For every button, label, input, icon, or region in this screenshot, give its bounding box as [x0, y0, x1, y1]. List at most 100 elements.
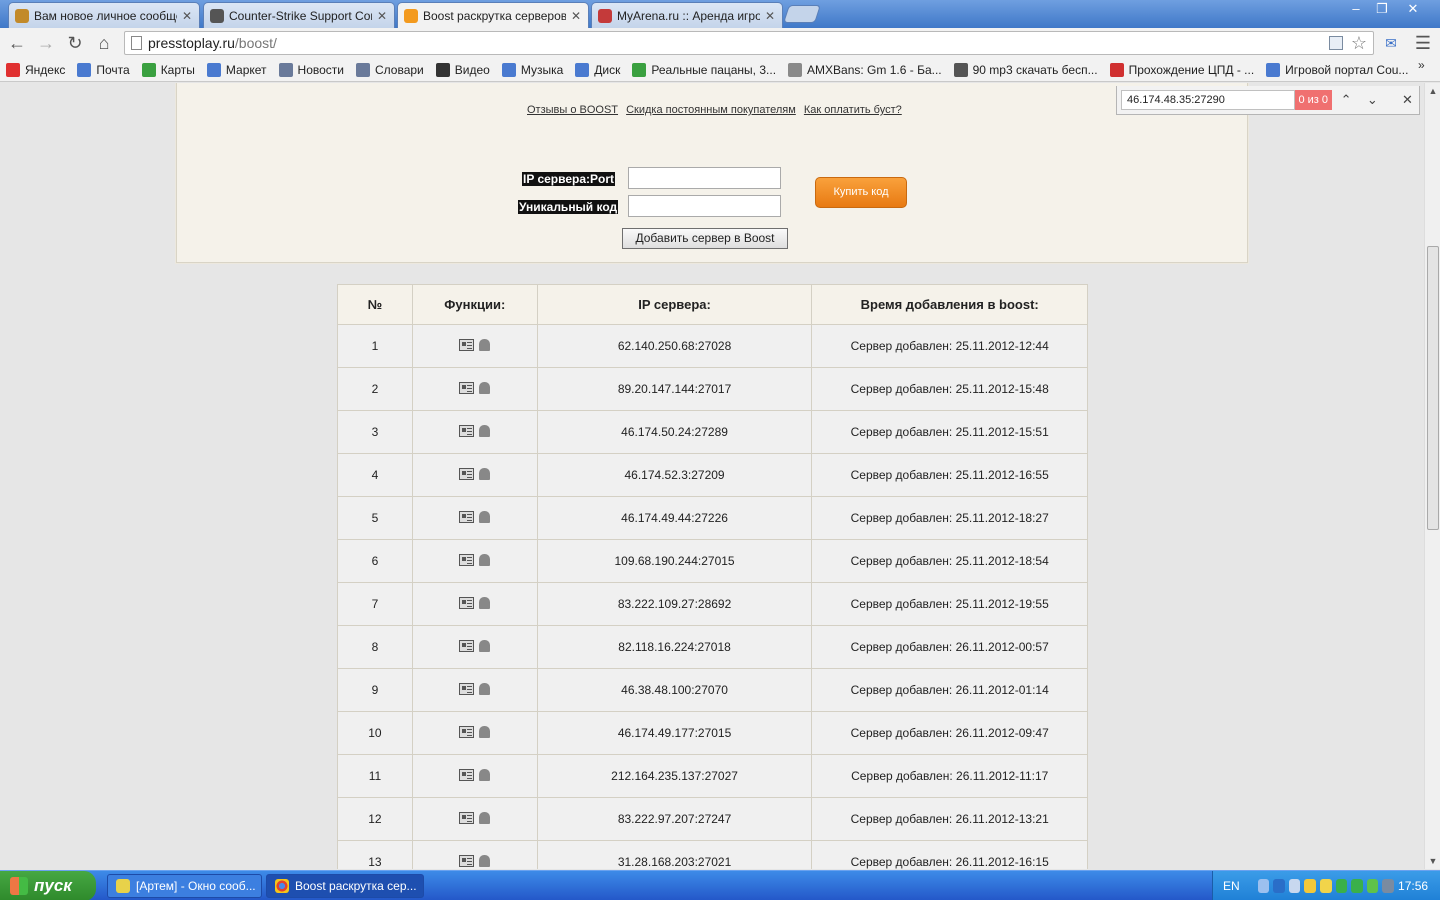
browser-tab[interactable]: Boost раскрутка серверов ✕	[397, 2, 589, 28]
clock: 17:56	[1398, 879, 1429, 893]
home-icon[interactable]: ⌂	[93, 32, 115, 54]
how-to-pay-link[interactable]: Как оплатить буст?	[804, 104, 902, 116]
players-icon[interactable]	[479, 467, 491, 480]
bookmark-star-icon[interactable]: ☆	[1351, 33, 1367, 54]
players-icon[interactable]	[479, 553, 491, 566]
players-icon[interactable]	[479, 510, 491, 523]
scrollbar-thumb[interactable]	[1427, 246, 1439, 530]
reviews-link[interactable]: Отзывы о BOOST	[527, 104, 618, 116]
tab-title: Counter-Strike Support Comr	[229, 8, 372, 23]
row-function-icons	[459, 854, 491, 867]
bookmark-item[interactable]: Новости	[278, 62, 344, 77]
server-info-icon[interactable]	[459, 338, 475, 351]
browser-tab[interactable]: Вам новое личное сообщен ✕	[8, 2, 200, 28]
browser-tab[interactable]: Counter-Strike Support Comr ✕	[203, 2, 395, 28]
bookmark-item[interactable]: Яндекс	[6, 62, 65, 77]
server-info-icon[interactable]	[459, 725, 475, 738]
players-icon[interactable]	[479, 424, 491, 437]
notification-icon[interactable]	[1320, 879, 1332, 893]
players-icon[interactable]	[479, 768, 491, 781]
language-indicator[interactable]: EN	[1223, 879, 1240, 893]
find-previous-icon[interactable]: ⌃	[1335, 92, 1358, 108]
ip-port-input[interactable]	[628, 167, 781, 189]
discount-link[interactable]: Скидка постоянным покупателям	[626, 104, 796, 116]
browser-tab[interactable]: MyArena.ru :: Аренда игрог ✕	[591, 2, 783, 28]
row-functions	[411, 324, 538, 368]
antivirus-icon[interactable]	[1335, 879, 1348, 893]
players-icon[interactable]	[479, 596, 491, 609]
new-tab-button[interactable]	[783, 5, 821, 23]
server-info-icon[interactable]	[459, 854, 475, 867]
bookmark-item[interactable]: Маркет	[206, 62, 267, 77]
server-info-icon[interactable]	[459, 510, 475, 523]
players-icon[interactable]	[479, 854, 491, 867]
find-next-icon[interactable]: ⌄	[1361, 92, 1384, 108]
close-tab-icon[interactable]: ✕	[570, 9, 582, 23]
signal-icon[interactable]	[1288, 879, 1301, 893]
buy-code-button[interactable]: Купить код	[815, 177, 907, 208]
more-bookmarks-icon[interactable]: »	[1418, 58, 1425, 72]
bookmark-item[interactable]: Видео	[435, 62, 490, 77]
bookmark-item[interactable]: Музыка	[501, 62, 563, 77]
players-icon[interactable]	[479, 682, 491, 695]
bookmark-item[interactable]: Реальные пацаны, 3...	[632, 62, 776, 77]
add-server-button[interactable]: Добавить сервер в Boost	[622, 228, 788, 249]
display-icon[interactable]	[1382, 879, 1395, 893]
scroll-down-icon[interactable]: ▼	[1425, 853, 1440, 869]
server-info-icon[interactable]	[459, 467, 475, 480]
reload-icon[interactable]: ↻	[64, 32, 86, 54]
bookmark-item[interactable]: Диск	[575, 62, 620, 77]
players-icon[interactable]	[479, 725, 491, 738]
tray-arrow-icon[interactable]	[1257, 879, 1270, 893]
bookmark-item[interactable]: Карты	[141, 62, 195, 77]
restore-icon[interactable]: ❐	[1369, 1, 1395, 19]
messenger-tray-icon[interactable]	[1304, 879, 1317, 893]
scroll-up-icon[interactable]: ▲	[1425, 83, 1440, 99]
players-icon[interactable]	[479, 381, 491, 394]
players-icon[interactable]	[479, 338, 491, 351]
vertical-scrollbar[interactable]: ▲ ▼	[1424, 83, 1440, 869]
minimize-icon[interactable]: –	[1343, 1, 1369, 19]
icq-icon[interactable]	[1366, 879, 1379, 893]
address-bar[interactable]: presstoplay.ru/boost/ ☆	[124, 31, 1374, 55]
table-row: 6 109.68.190.244:27015 Сервер добавлен: 25…	[337, 539, 1088, 583]
skype-icon[interactable]	[1351, 879, 1363, 893]
row-added-time: Сервер добавлен: 25.11.2012-12:44	[811, 324, 1088, 368]
server-info-icon[interactable]	[459, 768, 475, 781]
unique-code-input[interactable]	[628, 195, 781, 217]
page-action-icon[interactable]	[1329, 36, 1343, 50]
server-info-icon[interactable]	[459, 596, 475, 609]
bookmark-item[interactable]: AMXBans: Gm 1.6 - Ба...	[788, 62, 942, 77]
menu-icon[interactable]: ☰	[1412, 32, 1434, 54]
players-icon[interactable]	[479, 639, 491, 652]
close-tab-icon[interactable]: ✕	[376, 9, 388, 23]
close-tab-icon[interactable]: ✕	[764, 9, 776, 23]
find-close-icon[interactable]: ✕	[1396, 92, 1419, 108]
server-info-icon[interactable]	[459, 553, 475, 566]
server-info-icon[interactable]	[459, 639, 475, 652]
server-info-icon[interactable]	[459, 682, 475, 695]
server-info-icon[interactable]	[459, 381, 475, 394]
col-time-header: Время добавления в boost:	[811, 284, 1088, 325]
bookmark-item[interactable]: Прохождение ЦПД - ...	[1109, 62, 1254, 77]
find-input[interactable]: 46.174.48.35:27290	[1121, 90, 1295, 110]
server-info-icon[interactable]	[459, 424, 475, 437]
server-info-icon[interactable]	[459, 811, 475, 824]
players-icon[interactable]	[479, 811, 491, 824]
row-number: 12	[337, 797, 413, 841]
table-row: 5 46.174.49.44:27226 Сервер добавлен: 25.1…	[337, 496, 1088, 540]
network-icon[interactable]	[1273, 879, 1285, 893]
forward-icon[interactable]: →	[35, 32, 57, 54]
bookmark-item[interactable]: Почта	[77, 62, 130, 77]
start-button[interactable]: пуск	[0, 871, 96, 900]
close-window-icon[interactable]: ✕	[1400, 1, 1426, 19]
mail-extension-icon[interactable]: ✉	[1380, 32, 1402, 54]
taskbar-item-messenger[interactable]: [Артем] - Окно сооб...	[107, 874, 262, 898]
close-tab-icon[interactable]: ✕	[181, 9, 193, 23]
bookmark-item[interactable]: Игровой портал Cou...	[1266, 62, 1409, 77]
taskbar-item-browser[interactable]: Boost раскрутка сер...	[266, 874, 424, 898]
bookmark-item[interactable]: Словари	[355, 62, 424, 77]
bookmark-item[interactable]: 90 mp3 скачать бесп...	[953, 62, 1098, 77]
bookmark-label: Игровой портал Cou...	[1285, 62, 1409, 77]
back-icon[interactable]: ←	[6, 32, 28, 54]
